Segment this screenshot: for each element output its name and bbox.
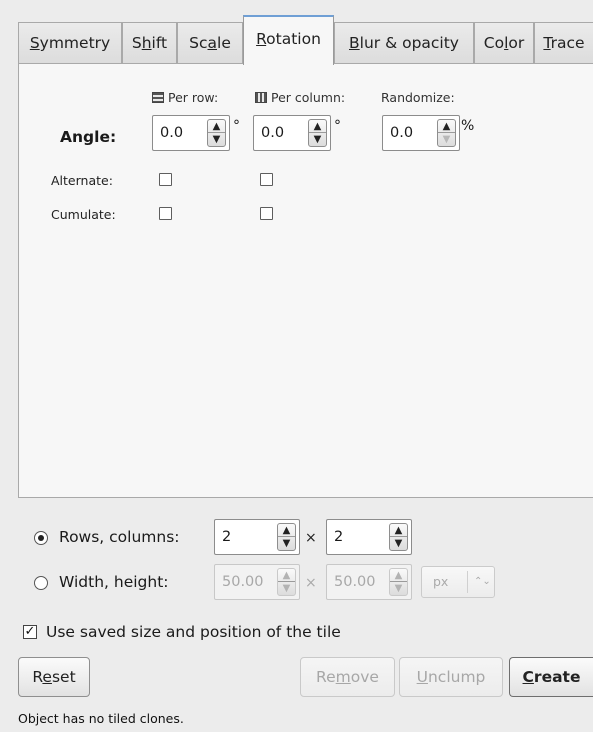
angle-per-column-spinbox[interactable]: 0.0 ▲ ▼ xyxy=(253,115,331,151)
unit-dropdown[interactable]: px ⌃⌄ xyxy=(421,566,495,598)
spin-down-icon[interactable]: ▼ xyxy=(309,133,326,146)
angle-label: Angle: xyxy=(60,128,117,146)
spin-buttons: ▲ ▼ xyxy=(277,568,296,596)
tab-shift[interactable]: Shift xyxy=(122,22,177,64)
spin-up-icon[interactable]: ▲ xyxy=(309,120,326,133)
tab-rotation[interactable]: Rotation xyxy=(243,15,334,65)
tab-scale[interactable]: Scale xyxy=(177,22,243,64)
spin-down-icon[interactable]: ▼ xyxy=(390,537,407,550)
spin-up-icon[interactable]: ▲ xyxy=(390,569,407,582)
use-saved-size-label: Use saved size and position of the tile xyxy=(46,623,341,641)
spin-buttons: ▲ ▼ xyxy=(207,119,226,147)
remove-button[interactable]: Remove xyxy=(300,657,395,697)
randomize-label: Randomize: xyxy=(381,90,455,105)
rows-columns-label: Rows, columns: xyxy=(59,528,180,546)
width-spinbox[interactable]: 50.00 ▲ ▼ xyxy=(214,564,300,600)
dropdown-divider xyxy=(467,571,468,593)
per-column-label: Per column: xyxy=(271,90,346,105)
percent-unit: % xyxy=(461,118,475,134)
alternate-per-row-checkbox[interactable] xyxy=(159,173,172,186)
tab-trace[interactable]: Trace xyxy=(534,22,593,64)
spin-buttons: ▲ ▼ xyxy=(389,568,408,596)
unclump-button[interactable]: Unclump xyxy=(399,657,503,697)
width-height-radio[interactable] xyxy=(34,576,48,590)
spin-down-icon[interactable]: ▼ xyxy=(208,133,225,146)
spin-up-icon[interactable]: ▲ xyxy=(438,120,455,133)
spin-down-icon[interactable]: ▼ xyxy=(278,537,295,550)
rows-value: 2 xyxy=(222,529,232,545)
cumulate-per-column-checkbox[interactable] xyxy=(260,207,273,220)
times-sign: × xyxy=(305,530,317,546)
rows-icon xyxy=(152,92,164,103)
tab-color[interactable]: Color xyxy=(474,22,534,64)
times-sign: × xyxy=(305,575,317,591)
cumulate-per-row-checkbox[interactable] xyxy=(159,207,172,220)
angle-per-column-value: 0.0 xyxy=(261,125,285,141)
alternate-label: Alternate: xyxy=(51,173,113,188)
cumulate-label: Cumulate: xyxy=(51,207,116,222)
spin-up-icon[interactable]: ▲ xyxy=(390,524,407,537)
angle-per-row-value: 0.0 xyxy=(160,125,184,141)
angle-per-row-spinbox[interactable]: 0.0 ▲ ▼ xyxy=(152,115,230,151)
alternate-per-column-checkbox[interactable] xyxy=(260,173,273,186)
spin-up-icon[interactable]: ▲ xyxy=(278,524,295,537)
spin-buttons: ▲ ▼ xyxy=(437,119,456,147)
degree-unit: ° xyxy=(233,118,240,134)
dropdown-arrows-icon: ⌃⌄ xyxy=(474,576,491,587)
degree-unit: ° xyxy=(334,118,341,134)
height-value: 50.00 xyxy=(334,574,376,590)
tab-bar: Symmetry Shift Scale Rotation Blur & opa… xyxy=(18,15,593,65)
rows-columns-radio[interactable] xyxy=(34,531,48,545)
tab-blur-opacity[interactable]: Blur & opacity xyxy=(334,22,474,64)
per-row-label: Per row: xyxy=(168,90,219,105)
angle-randomize-spinbox[interactable]: 0.0 ▲ ▼ xyxy=(382,115,460,151)
tab-symmetry[interactable]: Symmetry xyxy=(18,22,122,64)
use-saved-size-checkbox[interactable]: ✓ xyxy=(23,625,37,639)
width-height-label: Width, height: xyxy=(59,573,169,591)
columns-spinbox[interactable]: 2 ▲ ▼ xyxy=(326,519,412,555)
unit-value: px xyxy=(433,574,449,589)
width-value: 50.00 xyxy=(222,574,264,590)
angle-randomize-value: 0.0 xyxy=(390,125,414,141)
status-message: Object has no tiled clones. xyxy=(18,711,184,726)
spin-buttons: ▲ ▼ xyxy=(277,523,296,551)
columns-icon xyxy=(255,92,267,103)
reset-button[interactable]: Reset xyxy=(18,657,90,697)
columns-value: 2 xyxy=(334,529,344,545)
spin-up-icon[interactable]: ▲ xyxy=(278,569,295,582)
spin-buttons: ▲ ▼ xyxy=(389,523,408,551)
per-row-header: Per row: xyxy=(152,90,218,105)
spin-down-icon[interactable]: ▼ xyxy=(390,582,407,595)
spin-down-icon[interactable]: ▼ xyxy=(278,582,295,595)
per-column-header: Per column: xyxy=(255,90,345,105)
spin-up-icon[interactable]: ▲ xyxy=(208,120,225,133)
create-button[interactable]: Create xyxy=(509,657,593,697)
height-spinbox[interactable]: 50.00 ▲ ▼ xyxy=(326,564,412,600)
spin-down-icon[interactable]: ▼ xyxy=(438,133,455,146)
spin-buttons: ▲ ▼ xyxy=(308,119,327,147)
rows-spinbox[interactable]: 2 ▲ ▼ xyxy=(214,519,300,555)
